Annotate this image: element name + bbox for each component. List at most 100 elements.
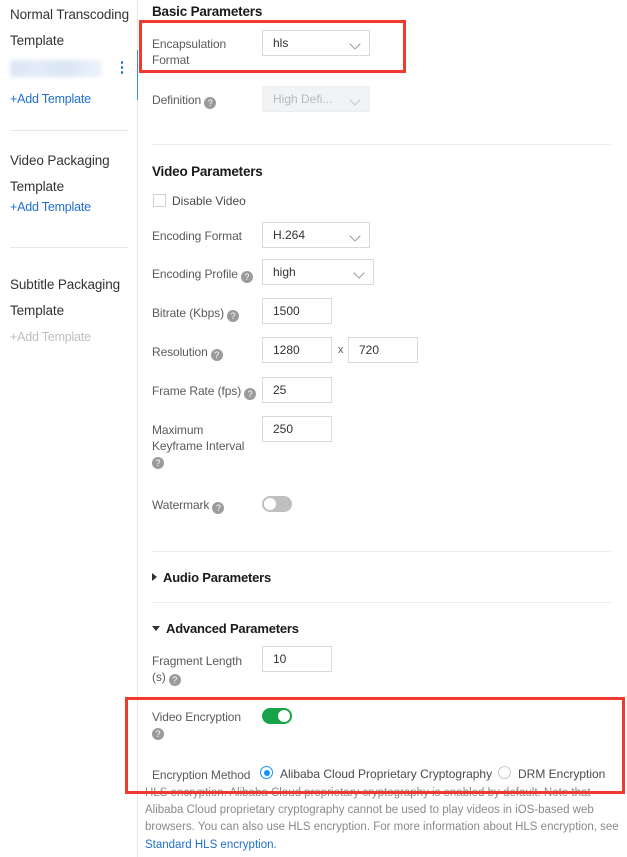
- sidebar-section-title-line1: Normal Transcoding: [10, 7, 130, 22]
- resolution-label: Resolution?: [152, 344, 260, 361]
- keyframe-interval-input[interactable]: 250: [262, 416, 332, 442]
- encryption-help-text: HLS encryption. Alibaba Cloud proprietar…: [145, 785, 623, 854]
- encryption-help-text-body: HLS encryption. Alibaba Cloud proprietar…: [145, 787, 619, 834]
- definition-label-text: Definition: [152, 93, 202, 107]
- encoding-format-select[interactable]: H.264: [262, 222, 370, 248]
- add-video-packaging-template-button[interactable]: +Add Template: [0, 200, 91, 214]
- sidebar-section-normal-transcoding: Normal Transcoding Template: [0, 6, 137, 49]
- more-options-icon[interactable]: [116, 61, 128, 77]
- bitrate-input[interactable]: 1500: [262, 298, 332, 324]
- video-encryption-label-text: Video Encryption: [152, 710, 241, 724]
- watermark-label-text: Watermark: [152, 498, 210, 512]
- fragment-length-value: 10: [273, 652, 287, 666]
- bitrate-value: 1500: [273, 304, 300, 318]
- video-encryption-label: Video Encryption ?: [152, 709, 256, 740]
- add-subtitle-packaging-template-button: +Add Template: [10, 330, 91, 344]
- resolution-width-value: 1280: [273, 343, 300, 357]
- chevron-down-icon: [351, 40, 360, 46]
- section-divider: [152, 144, 611, 145]
- template-sidebar: Normal Transcoding Template +Add Templat…: [0, 0, 138, 857]
- frame-rate-label: Frame Rate (fps)?: [152, 383, 260, 400]
- sidebar-section-subtitle-packaging: Subtitle Packaging Template: [0, 276, 137, 319]
- help-icon[interactable]: ?: [168, 674, 181, 686]
- chevron-down-icon: [152, 626, 160, 631]
- disable-video-checkbox[interactable]: [153, 194, 166, 207]
- encryption-method-option-drm-label[interactable]: DRM Encryption: [518, 767, 605, 781]
- frame-rate-label-text: Frame Rate (fps): [152, 384, 242, 398]
- encoding-profile-value: high: [273, 265, 296, 279]
- help-icon[interactable]: ?: [204, 97, 217, 109]
- sidebar-divider: [10, 130, 128, 131]
- keyframe-interval-value: 250: [273, 422, 294, 436]
- sidebar-divider: [10, 247, 128, 248]
- fragment-length-input[interactable]: 10: [262, 646, 332, 672]
- watermark-toggle[interactable]: [262, 496, 292, 512]
- resolution-height-value: 720: [359, 343, 380, 357]
- keyframe-interval-label: Maximum Keyframe Interval ?: [152, 422, 256, 469]
- encoding-format-value: H.264: [273, 228, 306, 242]
- encapsulation-format-label-line1: Encapsulation: [152, 37, 227, 51]
- frame-rate-value: 25: [273, 383, 287, 397]
- sidebar-template-item[interactable]: [10, 58, 128, 80]
- encryption-method-label: Encryption Method: [152, 768, 251, 782]
- sidebar-section-title-line2: Template: [10, 179, 64, 194]
- video-parameters-heading: Video Parameters: [152, 164, 263, 179]
- audio-parameters-heading: Audio Parameters: [163, 570, 272, 585]
- bitrate-label: Bitrate (Kbps)?: [152, 305, 260, 322]
- sidebar-template-name-redacted: [10, 60, 102, 77]
- encoding-format-label: Encoding Format: [152, 229, 242, 243]
- help-icon[interactable]: ?: [212, 502, 225, 514]
- basic-parameters-heading: Basic Parameters: [152, 4, 263, 19]
- help-icon[interactable]: ?: [152, 728, 164, 740]
- audio-parameters-section-toggle[interactable]: Audio Parameters: [152, 570, 271, 585]
- toggle-knob: [264, 498, 276, 510]
- resolution-width-input[interactable]: 1280: [262, 337, 332, 363]
- definition-value: High Defi...: [273, 92, 333, 106]
- disable-video-label: Disable Video: [172, 194, 246, 208]
- definition-label: Definition?: [152, 92, 260, 109]
- help-icon[interactable]: ?: [244, 388, 257, 400]
- sidebar-section-video-packaging: Video Packaging Template: [0, 152, 137, 195]
- definition-select: High Defi...: [262, 86, 370, 112]
- encapsulation-format-label: Encapsulation Format: [152, 36, 260, 68]
- sidebar-section-title: Subtitle Packaging Template: [0, 276, 137, 319]
- section-divider: [152, 602, 611, 603]
- chevron-right-icon: [152, 573, 157, 581]
- sidebar-section-title-line2: Template: [10, 33, 64, 48]
- sidebar-section-title-line1: Subtitle Packaging: [10, 277, 121, 292]
- template-settings-form: Basic Parameters Encapsulation Format hl…: [138, 0, 627, 857]
- sidebar-section-title-line2: Template: [10, 303, 64, 318]
- help-icon[interactable]: ?: [210, 349, 223, 361]
- section-divider: [152, 551, 611, 552]
- help-icon[interactable]: ?: [152, 457, 164, 469]
- chevron-down-icon: [355, 269, 364, 275]
- encapsulation-format-select[interactable]: hls: [262, 30, 370, 56]
- help-icon[interactable]: ?: [226, 310, 239, 322]
- video-encryption-toggle[interactable]: [262, 708, 292, 724]
- resolution-height-input[interactable]: 720: [348, 337, 418, 363]
- fragment-length-label: Fragment Length (s)?: [152, 653, 256, 686]
- keyframe-interval-label-line2: Keyframe Interval: [152, 439, 245, 453]
- toggle-knob: [278, 710, 290, 722]
- encoding-profile-label-text: Encoding Profile: [152, 267, 238, 281]
- encryption-method-option-alibaba-label[interactable]: Alibaba Cloud Proprietary Cryptography: [280, 767, 492, 781]
- transcoding-template-settings-page: Normal Transcoding Template +Add Templat…: [0, 0, 627, 857]
- advanced-parameters-section-toggle[interactable]: Advanced Parameters: [152, 621, 299, 636]
- help-icon[interactable]: ?: [240, 271, 253, 283]
- encryption-method-radio-alibaba[interactable]: [260, 766, 273, 779]
- add-normal-transcoding-template-button[interactable]: +Add Template: [0, 92, 91, 106]
- chevron-down-icon: [351, 232, 360, 238]
- encapsulation-format-value: hls: [273, 36, 289, 50]
- sidebar-section-title-line1: Video Packaging: [10, 153, 110, 168]
- standard-hls-encryption-link[interactable]: Standard HLS encryption.: [145, 839, 277, 851]
- encapsulation-format-label-line2: Format: [152, 53, 190, 67]
- encryption-method-radio-drm[interactable]: [498, 766, 511, 779]
- chevron-down-icon: [351, 96, 360, 102]
- encoding-profile-select[interactable]: high: [262, 259, 374, 285]
- sidebar-section-title: Video Packaging Template: [0, 152, 137, 195]
- advanced-parameters-heading: Advanced Parameters: [166, 621, 299, 636]
- sidebar-section-title: Normal Transcoding Template: [0, 6, 137, 49]
- encoding-profile-label: Encoding Profile?: [152, 266, 260, 283]
- bitrate-label-text: Bitrate (Kbps): [152, 306, 224, 320]
- frame-rate-input[interactable]: 25: [262, 377, 332, 403]
